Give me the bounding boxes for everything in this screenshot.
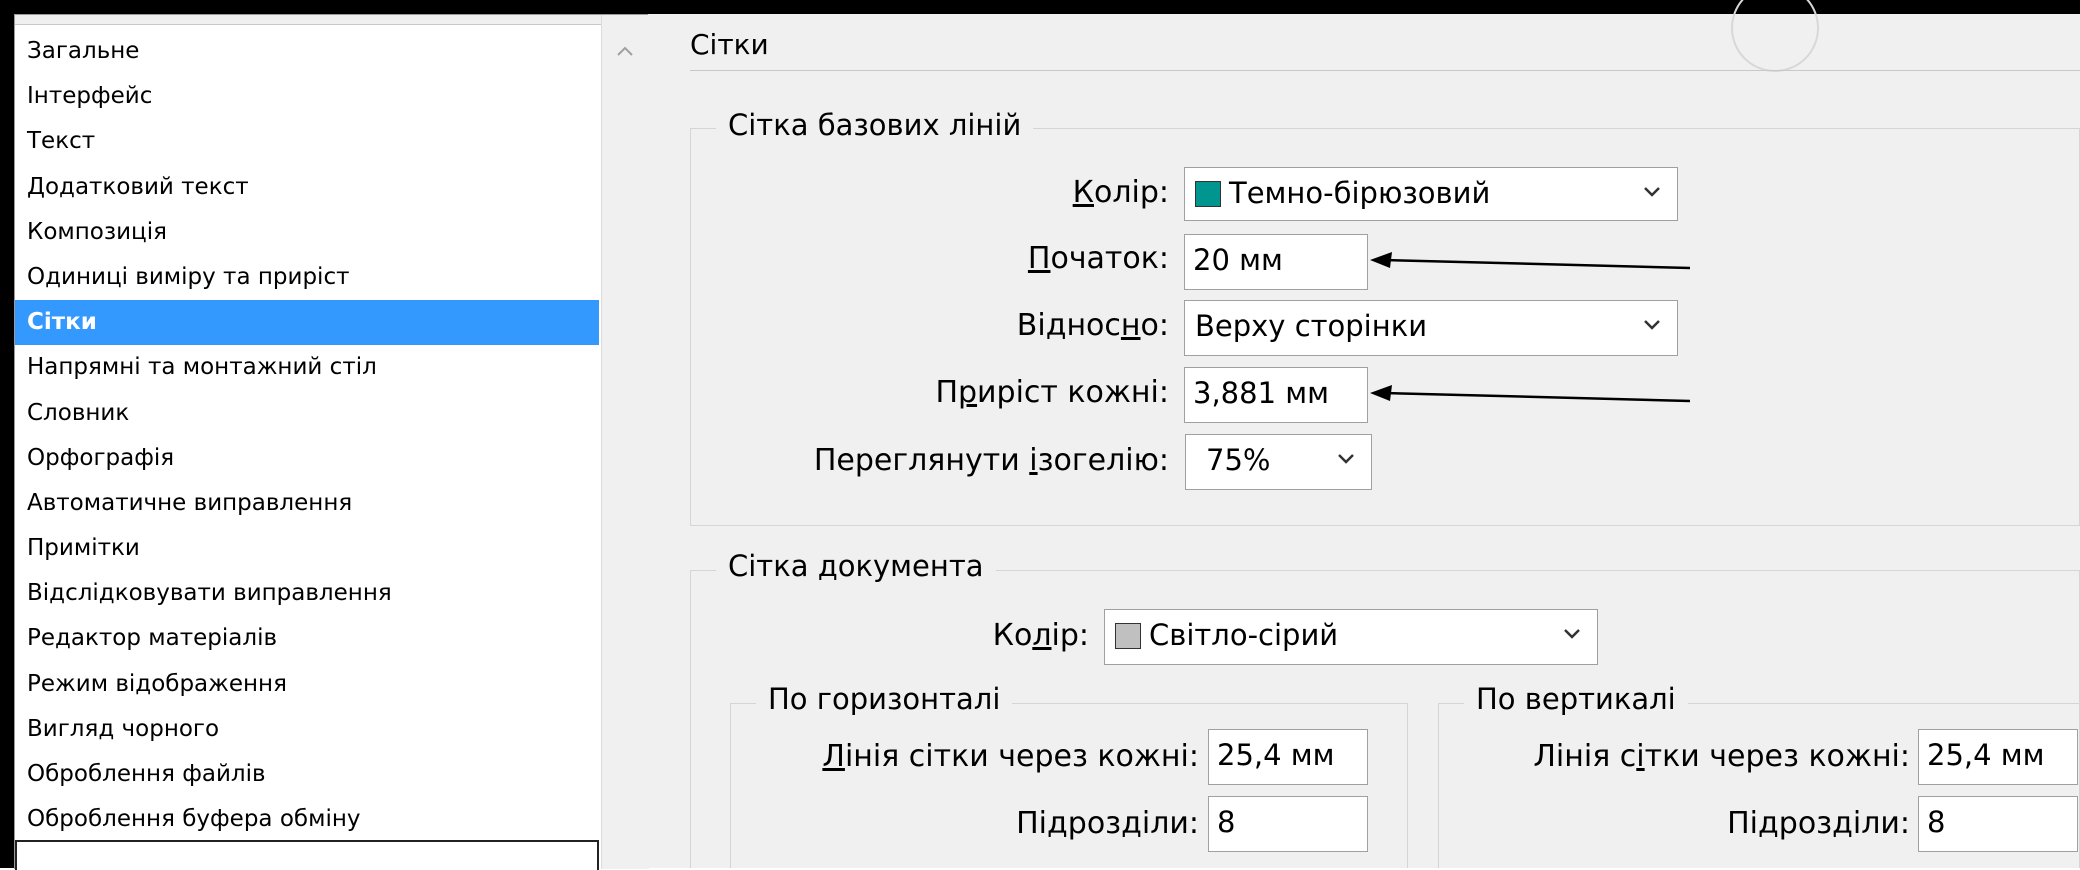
category-item[interactable]: Режим відображення	[15, 662, 599, 707]
category-item-selected[interactable]: Сітки	[15, 300, 599, 346]
category-item[interactable]: Композиція	[15, 210, 599, 255]
vertical-line-label: Лінія сітки через кожні:	[1533, 739, 1910, 774]
annotation-arrow-start	[1370, 252, 1690, 270]
category-item[interactable]: Оброблення файлів	[15, 752, 599, 797]
page-title: Сітки	[690, 28, 769, 61]
view-threshold-label: Переглянути ізогелію:	[813, 443, 1169, 478]
category-item[interactable]: Вигляд чорного	[15, 707, 599, 752]
baseline-start-label: Початок:	[1027, 241, 1169, 276]
horizontal-line-label: Лінія сітки через кожні:	[822, 739, 1199, 774]
chevron-down-icon	[1644, 187, 1660, 197]
category-item[interactable]: Оброблення буфера обміну	[15, 797, 599, 843]
category-item[interactable]: Відслідковувати виправлення	[15, 571, 599, 616]
category-item[interactable]: Автоматичне виправлення	[15, 481, 599, 526]
vertical-legend: По вертикалі	[1464, 682, 1688, 716]
category-item[interactable]: Одиниці виміру та приріст	[15, 255, 599, 300]
baseline-color-label: Колір:	[1072, 175, 1169, 210]
document-color-label: Колір:	[992, 618, 1089, 653]
baseline-start-input[interactable]: 20 мм	[1184, 234, 1368, 290]
baseline-increment-label: Приріст кожні:	[935, 375, 1169, 410]
category-item[interactable]: Редактор матеріалів	[15, 616, 599, 661]
horizontal-subdivisions-label: Підрозділи:	[1016, 806, 1199, 841]
baseline-relative-label: Відносно:	[1016, 308, 1169, 343]
baseline-relative-dropdown[interactable]: Верху сторінки	[1184, 300, 1678, 356]
category-item[interactable]: Примітки	[15, 526, 599, 571]
list-bottom-frame	[15, 840, 599, 870]
annotation-arrow-increment	[1370, 385, 1690, 403]
view-threshold-dropdown[interactable]: 75%	[1185, 434, 1372, 490]
list-scrollbar[interactable]	[601, 15, 649, 869]
view-threshold-value: 75%	[1206, 443, 1271, 477]
scroll-up-arrow-icon[interactable]	[616, 45, 634, 57]
category-item[interactable]: Додатковий текст	[15, 165, 599, 210]
vertical-subdivisions-label: Підрозділи:	[1727, 806, 1910, 841]
category-item[interactable]: Напрямні та монтажний стіл	[15, 345, 599, 390]
gray-color-swatch	[1115, 623, 1141, 649]
chevron-down-icon	[1644, 320, 1660, 330]
category-item[interactable]: Текст	[15, 119, 599, 164]
category-items: Загальне Інтерфейс Текст Додатковий текс…	[15, 29, 599, 843]
vertical-subdivisions-input[interactable]: 8	[1918, 796, 2078, 852]
category-item[interactable]: Словник	[15, 391, 599, 436]
horizontal-legend: По горизонталі	[756, 682, 1013, 716]
teal-color-swatch	[1195, 181, 1221, 207]
baseline-relative-value: Верху сторінки	[1195, 309, 1428, 343]
baseline-grid-legend: Сітка базових ліній	[716, 108, 1034, 142]
document-color-value: Світло-сірий	[1149, 618, 1339, 652]
horizontal-subdivisions-input[interactable]: 8	[1208, 796, 1368, 852]
category-item[interactable]: Інтерфейс	[15, 74, 599, 119]
document-grid-legend: Сітка документа	[716, 549, 996, 583]
chevron-down-icon	[1564, 629, 1580, 639]
document-color-dropdown[interactable]: Світло-сірий	[1104, 609, 1598, 665]
vertical-line-input[interactable]: 25,4 мм	[1918, 729, 2078, 785]
category-item[interactable]: Загальне	[15, 29, 599, 74]
baseline-color-dropdown[interactable]: Темно-бірюзовий	[1184, 167, 1678, 221]
horizontal-line-input[interactable]: 25,4 мм	[1208, 729, 1368, 785]
title-divider	[690, 70, 2080, 71]
list-header-strip	[15, 15, 648, 25]
baseline-color-value: Темно-бірюзовий	[1229, 176, 1491, 210]
category-list[interactable]: Загальне Інтерфейс Текст Додатковий текс…	[14, 14, 649, 870]
window-frame-left	[0, 0, 14, 868]
category-item[interactable]: Орфографія	[15, 436, 599, 481]
decorative-circle	[1731, 0, 1819, 72]
chevron-down-icon	[1338, 454, 1354, 464]
baseline-increment-input[interactable]: 3,881 мм	[1184, 367, 1368, 423]
